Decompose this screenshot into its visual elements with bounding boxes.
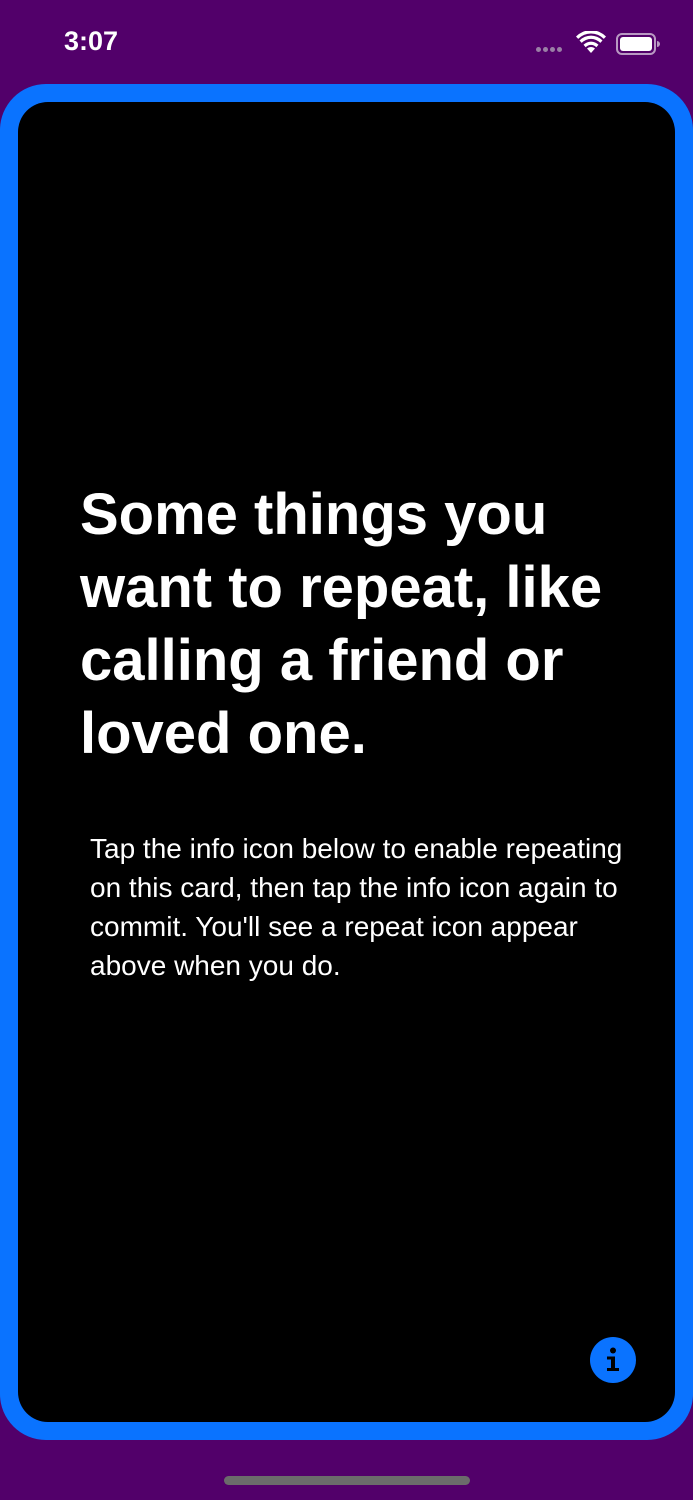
home-indicator[interactable] [224,1476,470,1485]
status-bar: 3:07 [0,0,693,84]
battery-icon [616,33,660,55]
screen: 3:07 Some things you want to repeat, lik… [0,0,693,1500]
card-headline: Some things you want to repeat, like cal… [80,482,603,766]
card[interactable]: Some things you want to repeat, like cal… [18,102,675,1422]
status-time: 3:07 [64,26,119,56]
info-button[interactable] [590,1337,636,1383]
card-body-text: Tap the info icon below to enable repeat… [90,833,623,981]
wifi-icon [576,30,606,55]
signal-dots-icon [536,47,568,53]
info-icon [607,1347,619,1371]
